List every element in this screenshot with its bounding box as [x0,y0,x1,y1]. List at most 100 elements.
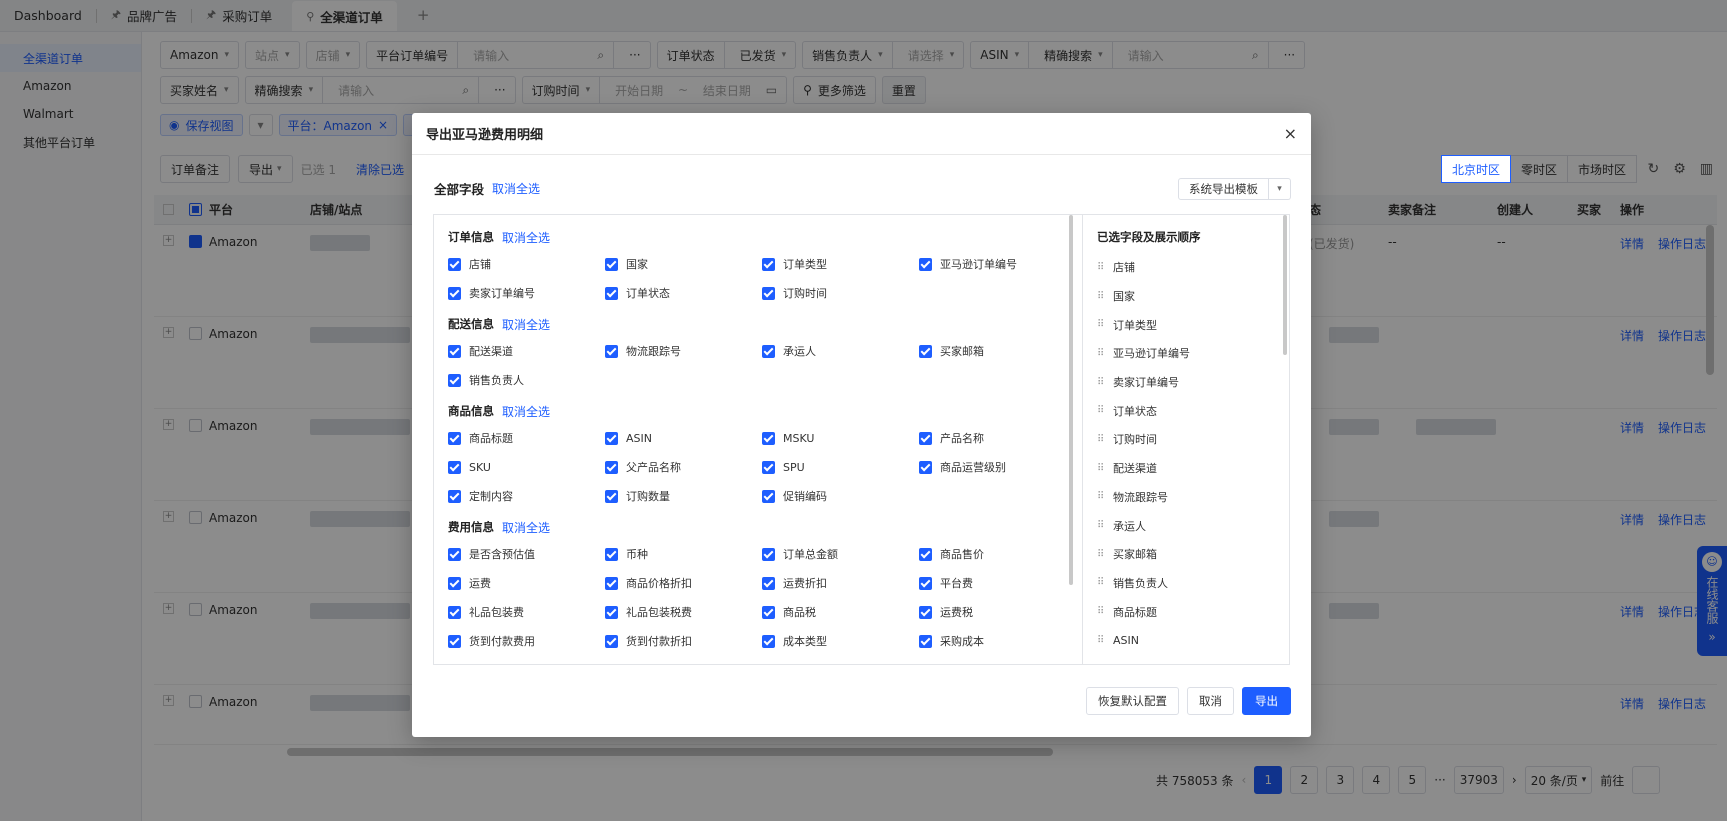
checkbox-checked-icon[interactable] [762,634,775,648]
checkbox-checked-icon[interactable] [919,460,932,474]
selected-field-item[interactable]: ⠿ 订购时间 [1097,425,1275,454]
drag-handle-icon[interactable]: ⠿ [1097,463,1105,474]
field-checkbox[interactable]: 是否含预估值 [448,545,605,563]
drag-handle-icon[interactable]: ⠿ [1097,377,1105,388]
field-checkbox[interactable]: 运费税 [919,603,1076,621]
selected-field-item[interactable]: ⠿ 配送渠道 [1097,454,1275,483]
field-checkbox[interactable]: 订单状态 [605,284,762,302]
checkbox-checked-icon[interactable] [919,576,932,590]
field-checkbox[interactable]: SPU [762,458,919,476]
checkbox-checked-icon[interactable] [762,460,775,474]
field-checkbox[interactable]: 销售负责人 [448,371,605,389]
field-checkbox[interactable]: 亚马逊订单编号 [919,255,1076,273]
checkbox-checked-icon[interactable] [448,373,461,387]
checkbox-checked-icon[interactable] [448,576,461,590]
field-checkbox[interactable]: 采购成本 [919,632,1076,650]
checkbox-checked-icon[interactable] [448,547,461,561]
checkbox-checked-icon[interactable] [605,605,618,619]
checkbox-checked-icon[interactable] [762,344,775,358]
section-deselect-link[interactable]: 取消全选 [502,229,550,246]
checkbox-checked-icon[interactable] [448,634,461,648]
checkbox-checked-icon[interactable] [762,547,775,561]
checkbox-checked-icon[interactable] [605,634,618,648]
field-checkbox[interactable]: 买家邮箱 [919,342,1076,360]
selected-field-item[interactable]: ⠿ 亚马逊订单编号 [1097,339,1275,368]
checkbox-checked-icon[interactable] [919,344,932,358]
section-deselect-link[interactable]: 取消全选 [502,403,550,420]
field-groups-scrollbar[interactable] [1069,215,1073,585]
checkbox-checked-icon[interactable] [919,605,932,619]
checkbox-checked-icon[interactable] [762,431,775,445]
field-checkbox[interactable]: 礼品包装税费 [605,603,762,621]
checkbox-checked-icon[interactable] [605,286,618,300]
chevron-down-icon[interactable]: ▾ [1269,178,1291,200]
field-checkbox[interactable]: 运费折扣 [762,574,919,592]
selected-field-item[interactable]: ⠿ 商品标题 [1097,597,1275,626]
field-checkbox[interactable]: 商品标题 [448,429,605,447]
template-value[interactable]: 系统导出模板 [1178,178,1269,200]
field-checkbox[interactable]: 币种 [605,545,762,563]
field-checkbox[interactable]: SKU [448,458,605,476]
selected-field-item[interactable]: ⠿ 店铺 [1097,253,1275,282]
field-checkbox[interactable]: 订单总金额 [762,545,919,563]
cancel-button[interactable]: 取消 [1187,687,1234,715]
drag-handle-icon[interactable]: ⠿ [1097,291,1105,302]
checkbox-checked-icon[interactable] [762,257,775,271]
selected-field-item[interactable]: ⠿ 销售负责人 [1097,569,1275,598]
field-checkbox[interactable]: 商品运营级别 [919,458,1076,476]
drag-handle-icon[interactable]: ⠿ [1097,549,1105,560]
deselect-all-link[interactable]: 取消全选 [492,180,540,197]
field-checkbox[interactable]: 承运人 [762,342,919,360]
section-deselect-link[interactable]: 取消全选 [502,519,550,536]
selected-field-item[interactable]: ⠿ 承运人 [1097,511,1275,540]
checkbox-checked-icon[interactable] [919,634,932,648]
selected-field-item[interactable]: ⠿ 国家 [1097,282,1275,311]
checkbox-checked-icon[interactable] [605,547,618,561]
checkbox-checked-icon[interactable] [448,460,461,474]
field-checkbox[interactable]: 配送渠道 [448,342,605,360]
checkbox-checked-icon[interactable] [605,344,618,358]
field-checkbox[interactable]: 店铺 [448,255,605,273]
field-checkbox[interactable]: 促销编码 [762,487,919,505]
field-checkbox[interactable]: 货到付款费用 [448,632,605,650]
checkbox-checked-icon[interactable] [919,431,932,445]
drag-handle-icon[interactable]: ⠿ [1097,405,1105,416]
field-checkbox[interactable]: ASIN [605,429,762,447]
drag-handle-icon[interactable]: ⠿ [1097,635,1105,646]
section-deselect-link[interactable]: 取消全选 [502,316,550,333]
field-checkbox[interactable]: 商品售价 [919,545,1076,563]
selected-field-item[interactable]: ⠿ 卖家订单编号 [1097,368,1275,397]
checkbox-checked-icon[interactable] [605,489,618,503]
field-checkbox[interactable]: 商品价格折扣 [605,574,762,592]
field-checkbox[interactable]: 国家 [605,255,762,273]
drag-handle-icon[interactable]: ⠿ [1097,319,1105,330]
checkbox-checked-icon[interactable] [605,431,618,445]
drag-handle-icon[interactable]: ⠿ [1097,577,1105,588]
selected-field-item[interactable]: ⠿ 物流跟踪号 [1097,483,1275,512]
selected-field-item[interactable]: ⠿ 买家邮箱 [1097,540,1275,569]
template-select[interactable]: 系统导出模板 ▾ [1178,178,1291,200]
field-checkbox[interactable]: 物流跟踪号 [605,342,762,360]
checkbox-checked-icon[interactable] [448,286,461,300]
field-checkbox[interactable]: 订购数量 [605,487,762,505]
checkbox-checked-icon[interactable] [448,431,461,445]
field-checkbox[interactable]: 平台费 [919,574,1076,592]
field-checkbox[interactable]: 卖家订单编号 [448,284,605,302]
timezone-beijing[interactable]: 北京时区 [1440,155,1511,183]
checkbox-checked-icon[interactable] [448,344,461,358]
export-confirm-button[interactable]: 导出 [1242,687,1291,715]
selected-fields-scrollbar[interactable] [1283,215,1287,355]
drag-handle-icon[interactable]: ⠿ [1097,348,1105,359]
checkbox-checked-icon[interactable] [448,605,461,619]
drag-handle-icon[interactable]: ⠿ [1097,520,1105,531]
restore-default-button[interactable]: 恢复默认配置 [1086,687,1179,715]
field-checkbox[interactable]: 礼品包装费 [448,603,605,621]
checkbox-checked-icon[interactable] [762,286,775,300]
checkbox-checked-icon[interactable] [605,460,618,474]
field-checkbox[interactable]: 定制内容 [448,487,605,505]
checkbox-checked-icon[interactable] [762,605,775,619]
field-checkbox[interactable]: 产品名称 [919,429,1076,447]
checkbox-checked-icon[interactable] [762,489,775,503]
selected-field-item[interactable]: ⠿ 订单类型 [1097,310,1275,339]
checkbox-checked-icon[interactable] [919,257,932,271]
